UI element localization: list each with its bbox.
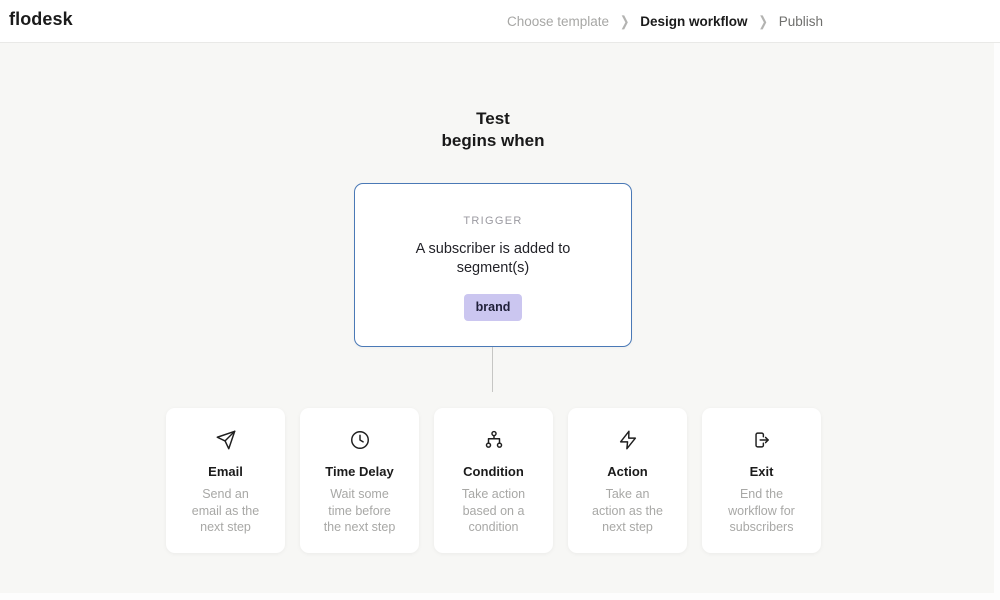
scrollbar-track-horizontal[interactable]: [0, 593, 1000, 600]
step-options-row: Email Send an email as the next step Tim…: [166, 408, 821, 553]
desc-line: Wait some: [330, 487, 389, 501]
desc-line: subscribers: [729, 520, 794, 534]
desc-line: Take action: [461, 487, 526, 501]
flodesk-logo[interactable]: flodesk: [9, 9, 73, 30]
step-title: Action: [607, 464, 648, 479]
chevron-right-icon: ❯: [620, 14, 630, 30]
step-title: Email: [208, 464, 243, 479]
trigger-description-line1: A subscriber is added to: [415, 241, 571, 257]
desc-line: the next step: [323, 520, 396, 534]
step-description: Send an email as the next step: [178, 486, 274, 536]
workflow-name: Test: [476, 109, 510, 128]
step-description: Wait some time before the next step: [312, 486, 408, 536]
scrollbar-track-vertical[interactable]: [994, 43, 1000, 600]
chevron-right-icon: ❯: [758, 14, 768, 30]
lightning-bolt-icon: [568, 429, 687, 451]
workflow-canvas: Test begins when TRIGGER A subscriber is…: [0, 43, 1000, 600]
step-description: Take an action as the next step: [580, 486, 676, 536]
step-title: Condition: [463, 464, 524, 479]
desc-line: Take an: [605, 487, 650, 501]
condition-branch-icon: [434, 429, 553, 451]
desc-line: End the: [739, 487, 784, 501]
step-title: Exit: [749, 464, 774, 479]
desc-line: based on a: [462, 503, 525, 518]
step-description: End the workflow for subscribers: [714, 486, 810, 536]
breadcrumb-publish[interactable]: Publish: [779, 14, 823, 29]
trigger-label: TRIGGER: [463, 215, 523, 227]
breadcrumb: Choose template ❯ Design workflow ❯ Publ…: [507, 0, 823, 42]
desc-line: action as the: [592, 503, 663, 518]
desc-line: next step: [602, 520, 653, 534]
workflow-heading-subtext: begins when: [441, 131, 545, 150]
desc-line: condition: [468, 520, 519, 534]
desc-line: next step: [200, 520, 251, 534]
trigger-card[interactable]: TRIGGER A subscriber is added to segment…: [354, 183, 632, 347]
workflow-heading: Test begins when: [0, 108, 986, 152]
breadcrumb-choose-template[interactable]: Choose template: [507, 14, 609, 29]
step-card-time-delay[interactable]: Time Delay Wait some time before the nex…: [300, 408, 419, 553]
desc-line: email as the: [191, 503, 260, 518]
trigger-description-line2: segment(s): [456, 260, 530, 276]
step-card-exit[interactable]: Exit End the workflow for subscribers: [702, 408, 821, 553]
step-description: Take action based on a condition: [446, 486, 542, 536]
exit-icon: [702, 429, 821, 451]
step-card-condition[interactable]: Condition Take action based on a conditi…: [434, 408, 553, 553]
segment-tag-brand: brand: [463, 294, 523, 321]
desc-line: Send an: [202, 487, 249, 501]
top-bar: flodesk Choose template ❯ Design workflo…: [0, 0, 1000, 43]
send-icon: [166, 429, 285, 451]
step-card-email[interactable]: Email Send an email as the next step: [166, 408, 285, 553]
step-card-action[interactable]: Action Take an action as the next step: [568, 408, 687, 553]
desc-line: time before: [328, 503, 391, 518]
trigger-description: A subscriber is added to segment(s): [355, 240, 631, 278]
desc-line: workflow for: [728, 503, 795, 518]
connector-line: [492, 347, 493, 392]
clock-icon: [300, 429, 419, 451]
step-title: Time Delay: [325, 464, 394, 479]
breadcrumb-design-workflow[interactable]: Design workflow: [640, 14, 747, 29]
